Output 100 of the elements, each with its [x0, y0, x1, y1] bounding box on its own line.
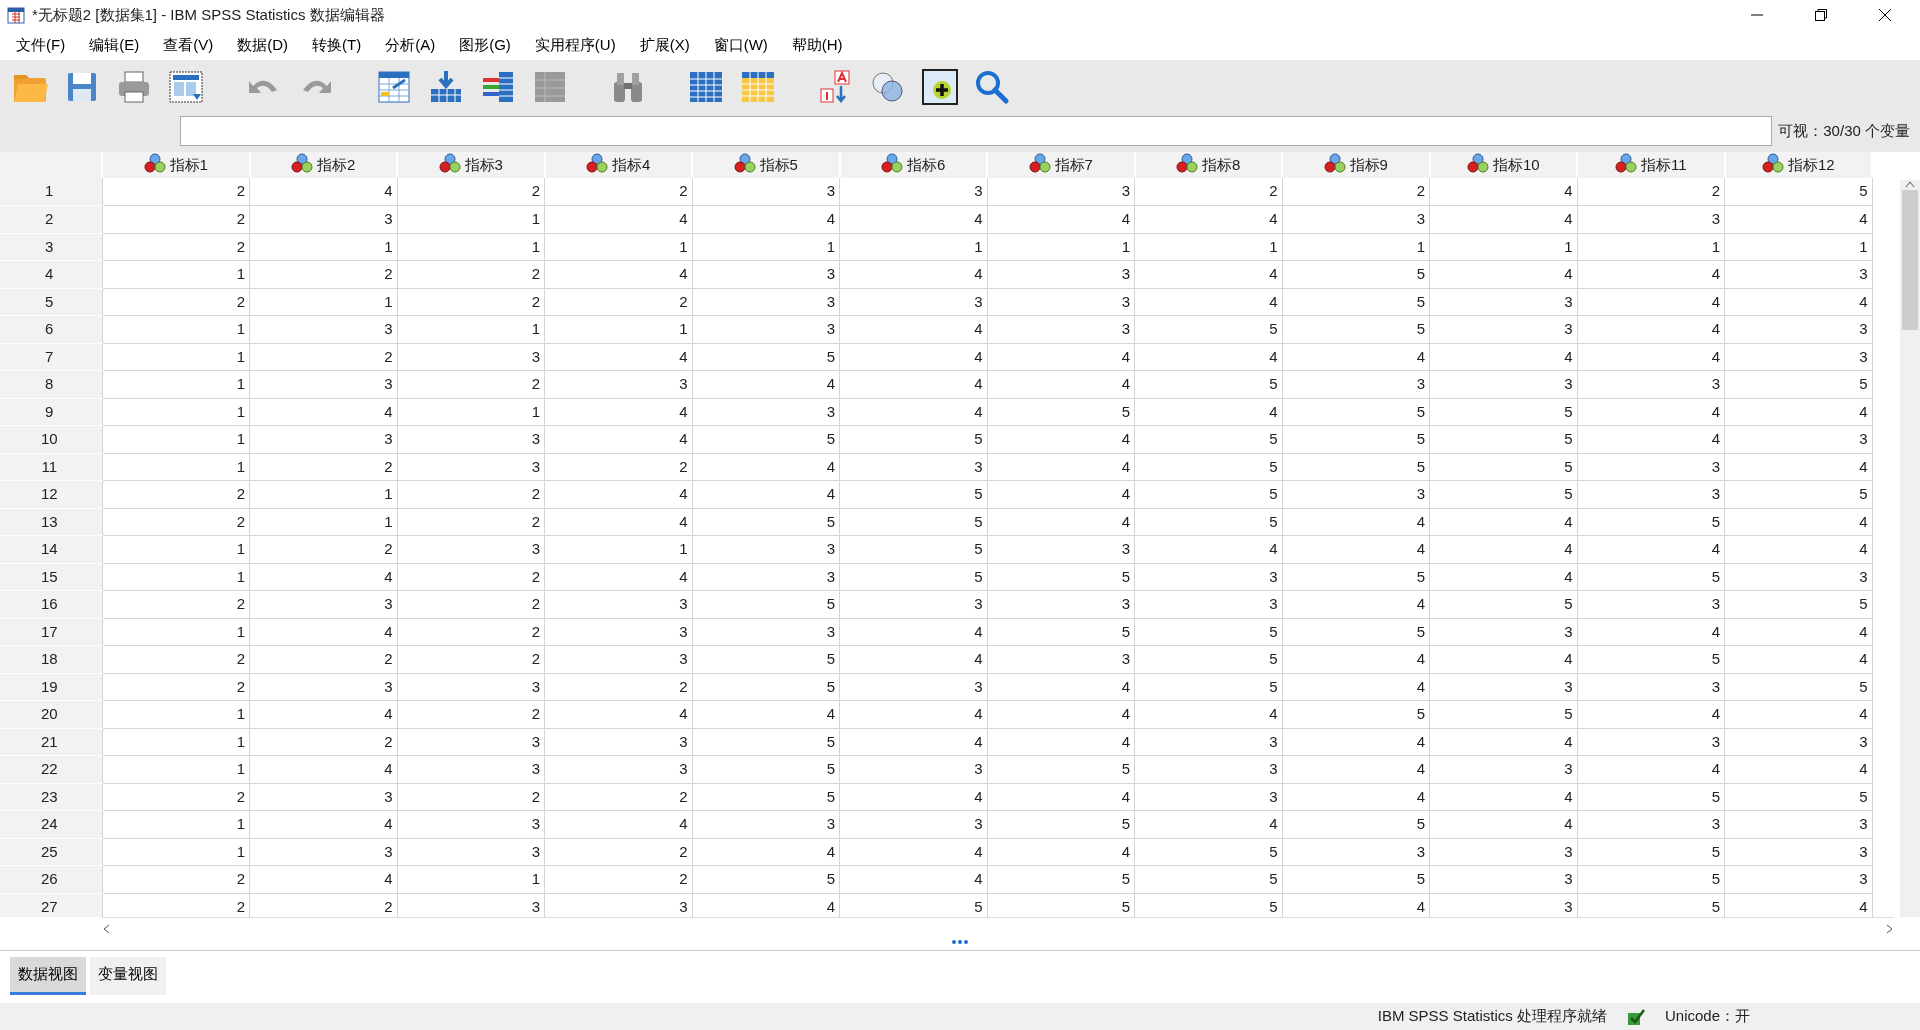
table-cell[interactable]: 4: [987, 783, 1135, 811]
table-cell[interactable]: 4: [1724, 288, 1872, 316]
table-cell[interactable]: 3: [544, 645, 692, 673]
table-cell[interactable]: 4: [987, 728, 1135, 756]
table-cell[interactable]: 3: [1282, 205, 1430, 233]
table-cell[interactable]: 4: [1134, 205, 1282, 233]
table-cell[interactable]: 4: [1134, 700, 1282, 728]
table-cell[interactable]: 4: [544, 508, 692, 536]
table-cell[interactable]: 3: [692, 260, 840, 288]
menu-item[interactable]: 分析(A): [373, 31, 448, 59]
table-cell[interactable]: 4: [839, 838, 987, 866]
table-cell[interactable]: 4: [249, 865, 397, 893]
table-cell[interactable]: 1: [397, 233, 545, 261]
row-number[interactable]: 3: [0, 233, 102, 261]
table-cell[interactable]: 1: [692, 233, 840, 261]
table-cell[interactable]: 4: [1724, 645, 1872, 673]
table-cell[interactable]: 4: [1429, 205, 1577, 233]
table-cell[interactable]: 1: [102, 315, 250, 343]
table-cell[interactable]: 2: [102, 645, 250, 673]
table-cell[interactable]: 4: [1724, 398, 1872, 426]
table-cell[interactable]: 4: [987, 343, 1135, 371]
table-cell[interactable]: 5: [692, 755, 840, 783]
row-number[interactable]: 21: [0, 728, 102, 756]
table-cell[interactable]: 1: [544, 315, 692, 343]
table-cell[interactable]: 3: [1134, 755, 1282, 783]
table-cell[interactable]: 3: [1429, 618, 1577, 646]
table-cell[interactable]: 4: [1282, 893, 1430, 917]
table-cell[interactable]: 5: [839, 425, 987, 453]
table-cell[interactable]: 2: [397, 590, 545, 618]
table-cell[interactable]: 2: [249, 453, 397, 481]
row-number[interactable]: 15: [0, 563, 102, 591]
menu-item[interactable]: 编辑(E): [77, 31, 152, 59]
table-cell[interactable]: 3: [249, 315, 397, 343]
table-cell[interactable]: 4: [1429, 563, 1577, 591]
table-cell[interactable]: 5: [692, 590, 840, 618]
table-cell[interactable]: 3: [397, 535, 545, 563]
table-cell[interactable]: 5: [987, 865, 1135, 893]
menu-item[interactable]: 帮助(H): [779, 31, 855, 59]
table-cell[interactable]: 3: [1429, 315, 1577, 343]
table-cell[interactable]: 3: [1429, 370, 1577, 398]
row-number[interactable]: 14: [0, 535, 102, 563]
table-cell[interactable]: 4: [987, 700, 1135, 728]
table-cell[interactable]: 5: [1134, 893, 1282, 917]
table-cell[interactable]: 4: [987, 480, 1135, 508]
table-cell[interactable]: 3: [544, 590, 692, 618]
row-number[interactable]: 17: [0, 618, 102, 646]
table-cell[interactable]: 3: [1724, 563, 1872, 591]
table-cell[interactable]: 4: [1577, 398, 1725, 426]
table-cell[interactable]: 2: [102, 508, 250, 536]
table-cell[interactable]: 5: [692, 425, 840, 453]
table-cell[interactable]: 4: [692, 700, 840, 728]
table-cell[interactable]: 2: [397, 480, 545, 508]
menu-item[interactable]: 扩展(X): [627, 31, 702, 59]
row-number[interactable]: 19: [0, 673, 102, 701]
table-cell[interactable]: 3: [397, 893, 545, 917]
table-cell[interactable]: 2: [1282, 178, 1430, 206]
table-cell[interactable]: 2: [397, 700, 545, 728]
menu-item[interactable]: 数据(D): [225, 31, 300, 59]
table-cell[interactable]: 1: [987, 233, 1135, 261]
table-cell[interactable]: 5: [692, 728, 840, 756]
menu-item[interactable]: 文件(F): [4, 31, 78, 59]
table-cell[interactable]: 3: [839, 590, 987, 618]
scroll-thumb[interactable]: [1902, 190, 1918, 330]
table-cell[interactable]: 5: [1134, 453, 1282, 481]
table-cell[interactable]: 3: [397, 728, 545, 756]
table-cell[interactable]: 2: [102, 865, 250, 893]
menu-item[interactable]: 转换(T): [300, 31, 374, 59]
table-cell[interactable]: 4: [249, 178, 397, 206]
table-cell[interactable]: 4: [987, 370, 1135, 398]
table-cell[interactable]: 4: [249, 700, 397, 728]
table-cell[interactable]: 4: [987, 838, 1135, 866]
table-cell[interactable]: 4: [1429, 535, 1577, 563]
table-cell[interactable]: 4: [1282, 535, 1430, 563]
table-cell[interactable]: 3: [692, 563, 840, 591]
table-cell[interactable]: 4: [544, 810, 692, 838]
table-cell[interactable]: 3: [692, 535, 840, 563]
table-cell[interactable]: 4: [249, 398, 397, 426]
table-cell[interactable]: 2: [397, 260, 545, 288]
table-cell[interactable]: 1: [839, 233, 987, 261]
table-cell[interactable]: 3: [692, 398, 840, 426]
table-cell[interactable]: 5: [692, 783, 840, 811]
table-cell[interactable]: 1: [102, 618, 250, 646]
scroll-left-icon[interactable]: [102, 923, 112, 934]
table-cell[interactable]: 3: [987, 260, 1135, 288]
table-cell[interactable]: 3: [397, 673, 545, 701]
table-cell[interactable]: 2: [544, 453, 692, 481]
row-number[interactable]: 1: [0, 178, 102, 206]
table-cell[interactable]: 3: [692, 315, 840, 343]
table-cell[interactable]: 5: [1282, 260, 1430, 288]
table-cell[interactable]: 5: [1282, 398, 1430, 426]
table-cell[interactable]: 5: [1134, 645, 1282, 673]
table-cell[interactable]: 2: [249, 535, 397, 563]
table-cell[interactable]: 4: [839, 205, 987, 233]
table-cell[interactable]: 3: [1282, 480, 1430, 508]
table-cell[interactable]: 1: [397, 205, 545, 233]
table-cell[interactable]: 5: [1429, 425, 1577, 453]
table-cell[interactable]: 5: [1577, 893, 1725, 917]
table-cell[interactable]: 3: [1134, 563, 1282, 591]
table-cell[interactable]: 4: [839, 260, 987, 288]
table-cell[interactable]: 4: [692, 370, 840, 398]
